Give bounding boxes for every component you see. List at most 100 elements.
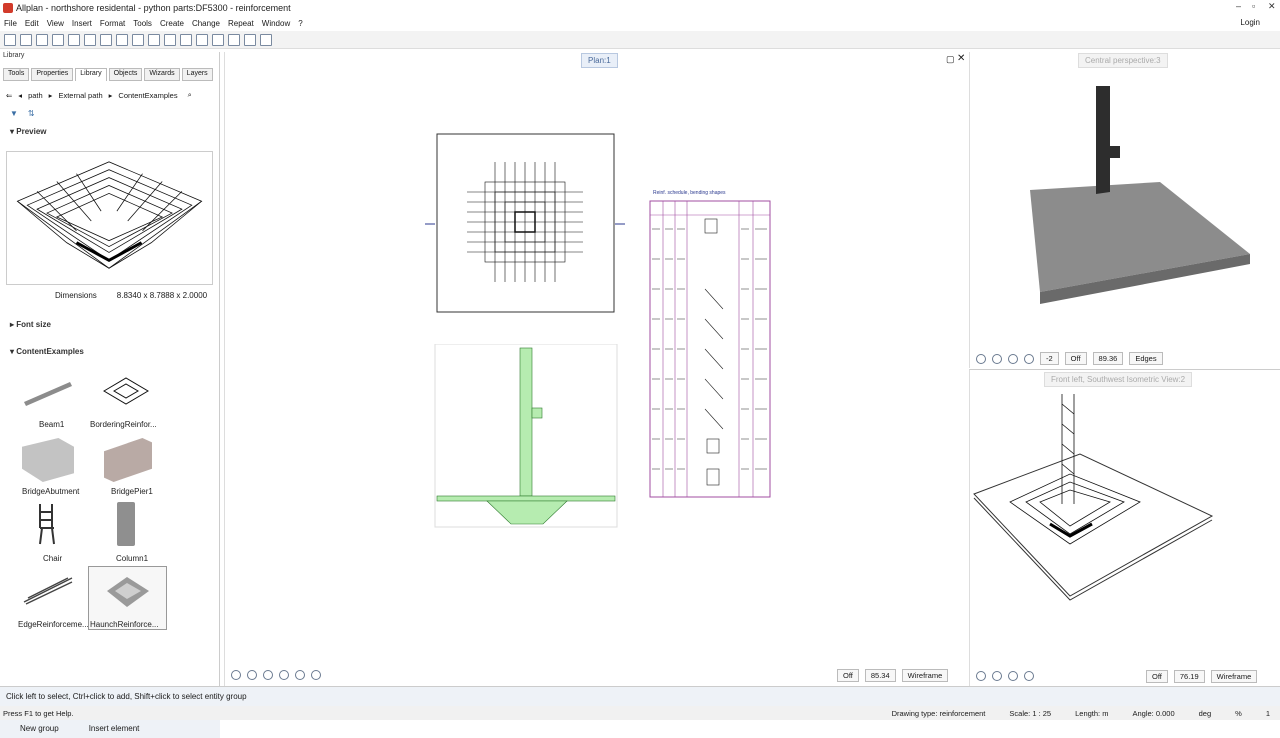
save-icon[interactable] <box>36 33 48 46</box>
left-chevron-icon[interactable]: ◂ <box>18 91 22 100</box>
mirror-icon[interactable] <box>244 33 256 46</box>
crumb-external[interactable]: External path <box>58 91 102 100</box>
edge-thumb[interactable] <box>22 572 74 608</box>
menu-edit[interactable]: Edit <box>25 19 39 28</box>
fit-icon[interactable] <box>247 670 257 680</box>
next-view-icon[interactable] <box>311 670 321 680</box>
tab-tools[interactable]: Tools <box>3 68 30 81</box>
tab-wizards[interactable]: Wizards <box>144 68 180 81</box>
regen-icon[interactable] <box>976 353 986 364</box>
select-icon[interactable] <box>180 33 192 46</box>
plan-view-label[interactable]: Plan:1 <box>581 53 618 68</box>
item-chair[interactable]: Chair <box>43 554 62 563</box>
item-haunch[interactable]: HaunchReinforce... <box>90 620 158 629</box>
fit-icon[interactable] <box>992 671 1002 681</box>
scale-value[interactable]: 1 : 25 <box>1032 709 1051 718</box>
column-thumb[interactable] <box>117 502 135 546</box>
perspective-view-label[interactable]: Central perspective:3 <box>1078 53 1168 68</box>
back-icon[interactable]: ⇐ <box>6 91 12 100</box>
move-icon[interactable] <box>212 33 224 46</box>
chair-thumb[interactable] <box>36 502 58 546</box>
fit-icon[interactable] <box>992 353 1002 364</box>
orbit-icon[interactable] <box>1024 353 1034 364</box>
isometric-view[interactable]: Front left, Southwest Isometric View:2 O… <box>969 369 1280 686</box>
minimize-icon[interactable]: – <box>1236 1 1241 11</box>
item-edge[interactable]: EdgeReinforceme... <box>18 620 89 629</box>
crumb-content[interactable]: ContentExamples <box>118 91 177 100</box>
item-abutment[interactable]: BridgeAbutment <box>22 487 79 496</box>
menu-help[interactable]: ? <box>298 19 302 28</box>
bordering-thumb[interactable] <box>100 374 152 408</box>
regen-icon[interactable] <box>231 670 241 680</box>
find-icon[interactable] <box>260 33 272 46</box>
font-size-header[interactable]: ▸ Font size <box>0 320 51 329</box>
perspective-view[interactable]: Central perspective:3 -2 Off 89.36 Edges <box>969 52 1280 368</box>
tab-library[interactable]: Library <box>75 68 107 81</box>
iso-zoom-dropdown[interactable]: 76.19 <box>1173 670 1205 683</box>
persp-off-dropdown[interactable]: Off <box>1064 352 1087 365</box>
drawing-type-value[interactable]: reinforcement <box>940 709 986 718</box>
menu-window[interactable]: Window <box>262 19 290 28</box>
content-header[interactable]: ▾ ContentExamples <box>0 347 84 356</box>
iso-mode-dropdown[interactable]: Wireframe <box>1210 670 1258 683</box>
maximize-view-icon[interactable]: ▢ <box>946 54 955 65</box>
pan-icon[interactable] <box>279 670 289 680</box>
filter-icon[interactable]: ▼ <box>10 109 18 118</box>
menu-file[interactable]: File <box>4 19 17 28</box>
redo-icon[interactable] <box>148 33 160 46</box>
plan-zoom-dropdown[interactable]: 85.34 <box>864 669 896 682</box>
zoom-icon[interactable] <box>1008 353 1018 364</box>
paste-icon[interactable] <box>84 33 96 46</box>
tab-objects[interactable]: Objects <box>108 68 143 81</box>
length-unit[interactable]: m <box>1102 709 1108 718</box>
percent-value[interactable]: 1 <box>1266 709 1270 718</box>
abutment-thumb[interactable] <box>22 438 74 482</box>
orbit-icon[interactable] <box>1024 671 1034 681</box>
plan-off-dropdown[interactable]: Off <box>837 669 859 682</box>
sort-icon[interactable]: ⇅ <box>28 109 35 118</box>
layout-icon[interactable] <box>100 33 112 46</box>
pier-thumb[interactable] <box>104 438 152 482</box>
zoom-icon[interactable] <box>263 670 273 680</box>
menu-format[interactable]: Format <box>100 19 125 28</box>
persp-zoom-dropdown[interactable]: 89.36 <box>1092 352 1124 365</box>
angle-value[interactable]: 0.000 <box>1156 709 1175 718</box>
item-bordering[interactable]: BorderingReinfor... <box>90 420 157 429</box>
close-view-icon[interactable]: ✕ <box>957 53 965 64</box>
maximize-icon[interactable]: ▫ <box>1252 1 1255 11</box>
persp-mode-dropdown[interactable]: Edges <box>1129 352 1163 365</box>
menu-view[interactable]: View <box>47 19 64 28</box>
regen-icon[interactable] <box>976 671 986 681</box>
measure-icon[interactable] <box>164 33 176 46</box>
undo-icon[interactable] <box>132 33 144 46</box>
insert-element-button[interactable]: Insert element <box>89 724 140 733</box>
item-column[interactable]: Column1 <box>116 554 148 563</box>
menu-insert[interactable]: Insert <box>72 19 92 28</box>
prev-view-icon[interactable] <box>295 670 305 680</box>
open-icon[interactable] <box>20 33 32 46</box>
iso-off-dropdown[interactable]: Off <box>1146 670 1168 683</box>
print-icon[interactable] <box>52 33 64 46</box>
login-link[interactable]: Login <box>1240 18 1260 27</box>
menu-tools[interactable]: Tools <box>133 19 152 28</box>
crumb-path[interactable]: path <box>28 91 43 100</box>
copy-icon[interactable] <box>68 33 80 46</box>
angle-unit[interactable]: deg <box>1199 709 1212 718</box>
cut-icon[interactable] <box>116 33 128 46</box>
persp-minus-spinner[interactable]: -2 <box>1040 352 1059 365</box>
item-pier[interactable]: BridgePier1 <box>111 487 153 496</box>
search-icon[interactable]: ⌕ <box>188 90 192 100</box>
new-group-button[interactable]: New group <box>20 724 59 733</box>
beam-thumb[interactable] <box>22 374 74 408</box>
plan-mode-dropdown[interactable]: Wireframe <box>901 669 949 682</box>
menu-change[interactable]: Change <box>192 19 220 28</box>
close-icon[interactable]: ✕ <box>1268 1 1276 12</box>
zoom-icon[interactable] <box>1008 671 1018 681</box>
menu-create[interactable]: Create <box>160 19 184 28</box>
tab-layers[interactable]: Layers <box>181 68 213 81</box>
preview-header[interactable]: ▾ Preview <box>0 127 219 136</box>
menu-repeat[interactable]: Repeat <box>228 19 254 28</box>
tab-properties[interactable]: Properties <box>31 68 74 81</box>
delete-icon[interactable] <box>196 33 208 46</box>
plan-view[interactable]: Plan:1 ▢ ✕ Reinf. schedule, bending shap… <box>224 52 969 686</box>
